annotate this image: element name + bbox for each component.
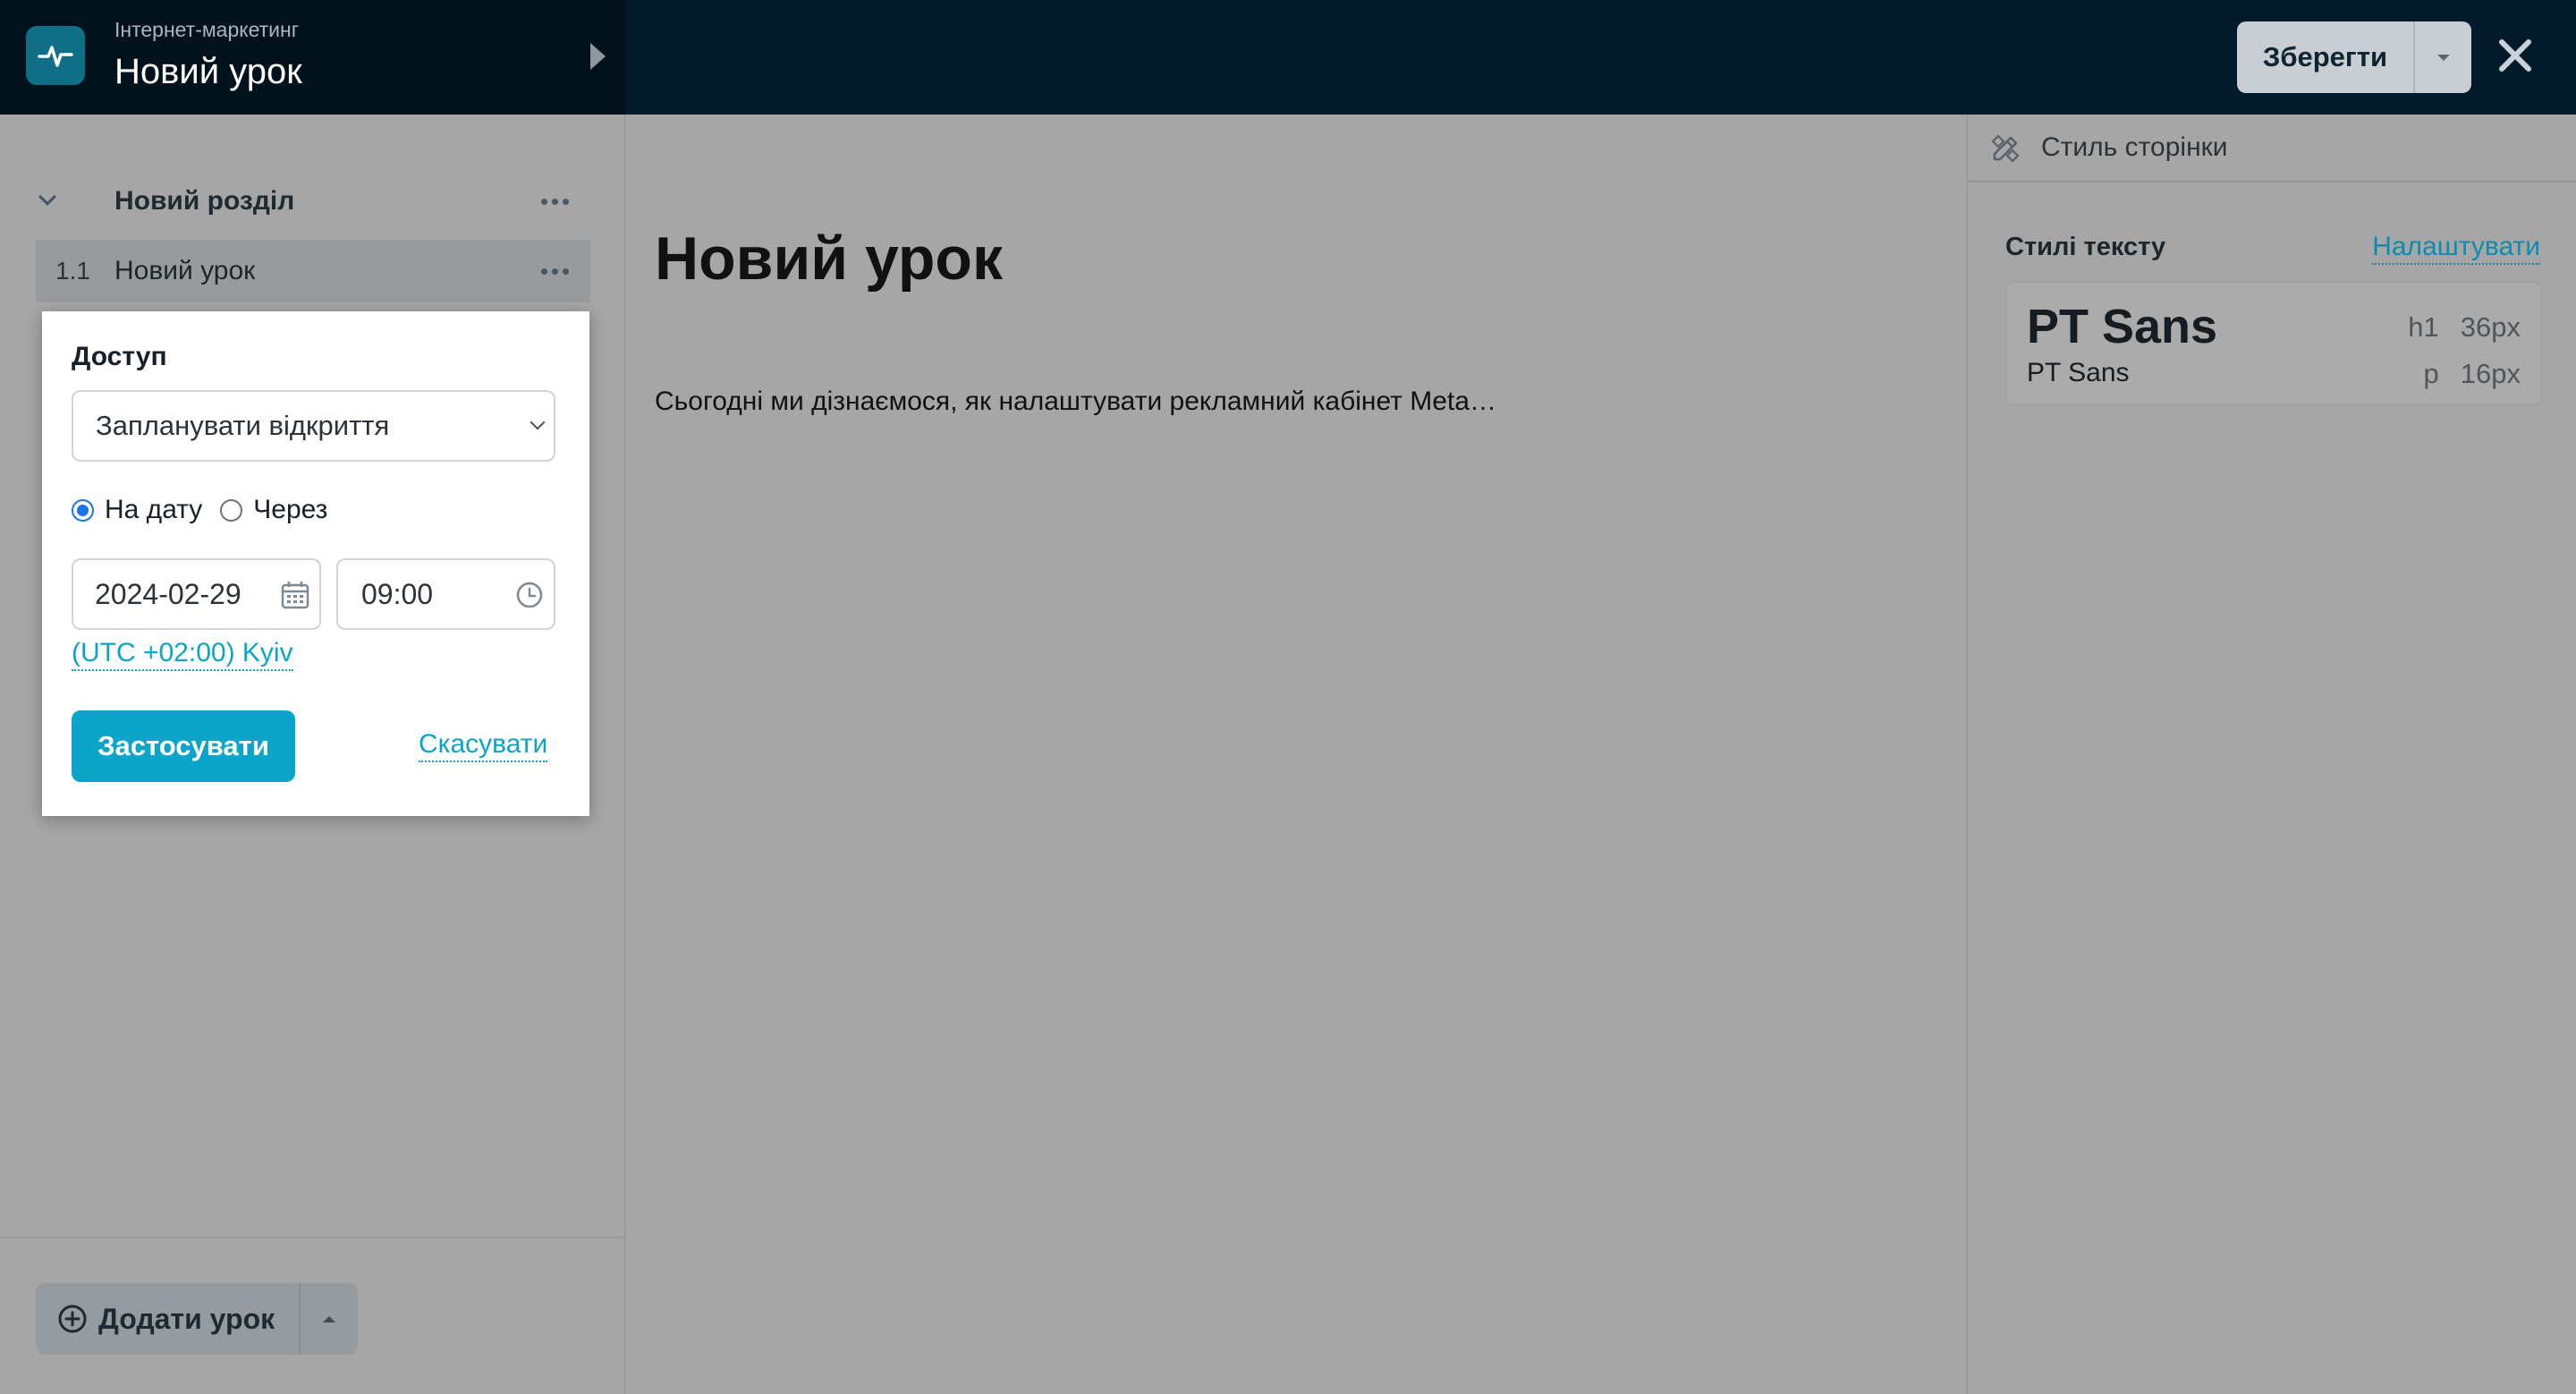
time-input[interactable]: 09:00 xyxy=(336,558,555,630)
date-value: 2024-02-29 xyxy=(95,577,242,610)
page-style-panel: Стиль сторінки Стилі тексту Налаштувати … xyxy=(1966,115,2576,1394)
close-icon[interactable] xyxy=(2492,32,2538,79)
paragraph-size-value: 16px xyxy=(2460,358,2521,389)
page-paragraph[interactable]: Сьогодні ми дізнаємося, як налаштувати р… xyxy=(655,387,1496,417)
collapse-sidebar-icon[interactable] xyxy=(590,43,606,70)
sidebar-divider xyxy=(0,1237,626,1238)
page-heading[interactable]: Новий урок xyxy=(655,224,1003,293)
heading-size-value: 36px xyxy=(2460,311,2521,343)
radio-after[interactable] xyxy=(220,498,243,522)
lesson-more-icon[interactable] xyxy=(541,268,569,275)
calendar-icon[interactable] xyxy=(280,580,310,610)
lesson-number: 1.1 xyxy=(55,257,90,285)
heading-font-name: PT Sans xyxy=(2027,300,2218,353)
font-style-card[interactable]: PT Sans PT Sans h1 36px p 16px xyxy=(2005,281,2542,406)
save-button-group: Зберегти xyxy=(2237,21,2471,93)
add-lesson-group: Додати урок xyxy=(36,1283,358,1355)
pencil-ruler-icon xyxy=(1991,134,2020,163)
heading-font-size: h1 36px xyxy=(2408,311,2521,344)
add-lesson-button[interactable]: Додати урок xyxy=(36,1283,301,1355)
apply-button[interactable]: Застосувати xyxy=(72,710,295,782)
save-button[interactable]: Зберегти xyxy=(2237,21,2415,93)
access-popover: Доступ Запланувати відкриття На дату Чер… xyxy=(42,311,589,816)
section-row[interactable]: Новий розділ xyxy=(36,175,590,227)
clock-icon[interactable] xyxy=(514,580,545,610)
caret-up-icon xyxy=(323,1315,335,1322)
radio-on-date[interactable] xyxy=(72,498,94,522)
page-style-title: Стиль сторінки xyxy=(2041,132,2228,162)
caret-down-icon xyxy=(2436,54,2450,61)
access-select[interactable]: Запланувати відкриття xyxy=(72,390,555,462)
top-bar: Інтернет-маркетинг Новий урок Зберегти xyxy=(0,0,2576,115)
radio-on-date-label[interactable]: На дату xyxy=(105,495,202,525)
lesson-row[interactable]: 1.1 Новий урок xyxy=(36,240,590,302)
timezone-link[interactable]: (UTC +02:00) Kyiv xyxy=(72,637,293,671)
page-style-header[interactable]: Стиль сторінки xyxy=(1968,115,2576,183)
access-title: Доступ xyxy=(72,342,167,371)
paragraph-font-name: PT Sans xyxy=(2027,358,2130,387)
course-name: Інтернет-маркетинг xyxy=(114,18,300,41)
paragraph-font-size: p 16px xyxy=(2424,358,2521,390)
plus-circle-icon xyxy=(58,1305,87,1333)
access-select-value: Запланувати відкриття xyxy=(96,410,390,441)
lesson-title: Новий урок xyxy=(114,256,256,285)
schedule-type-radios: На дату Через xyxy=(72,490,345,530)
date-input[interactable]: 2024-02-29 xyxy=(72,558,321,630)
paragraph-tag: p xyxy=(2423,358,2439,389)
radio-after-label[interactable]: Через xyxy=(253,495,327,525)
add-lesson-options-button[interactable] xyxy=(301,1283,358,1355)
section-more-icon[interactable] xyxy=(541,198,569,205)
pulse-icon[interactable] xyxy=(26,26,85,85)
time-value: 09:00 xyxy=(361,577,434,610)
section-title: Новий розділ xyxy=(114,186,295,216)
chevron-down-icon xyxy=(530,414,546,430)
text-styles-label: Стилі тексту xyxy=(2005,233,2166,261)
save-options-button[interactable] xyxy=(2415,21,2471,93)
add-lesson-label: Додати урок xyxy=(98,1302,275,1335)
cancel-link[interactable]: Скасувати xyxy=(419,728,548,762)
topbar-course-block: Інтернет-маркетинг Новий урок xyxy=(0,0,626,115)
configure-link[interactable]: Налаштувати xyxy=(2372,231,2540,265)
chevron-down-icon[interactable] xyxy=(38,188,56,206)
header-lesson-title: Новий урок xyxy=(114,52,302,91)
heading-tag: h1 xyxy=(2408,311,2439,343)
